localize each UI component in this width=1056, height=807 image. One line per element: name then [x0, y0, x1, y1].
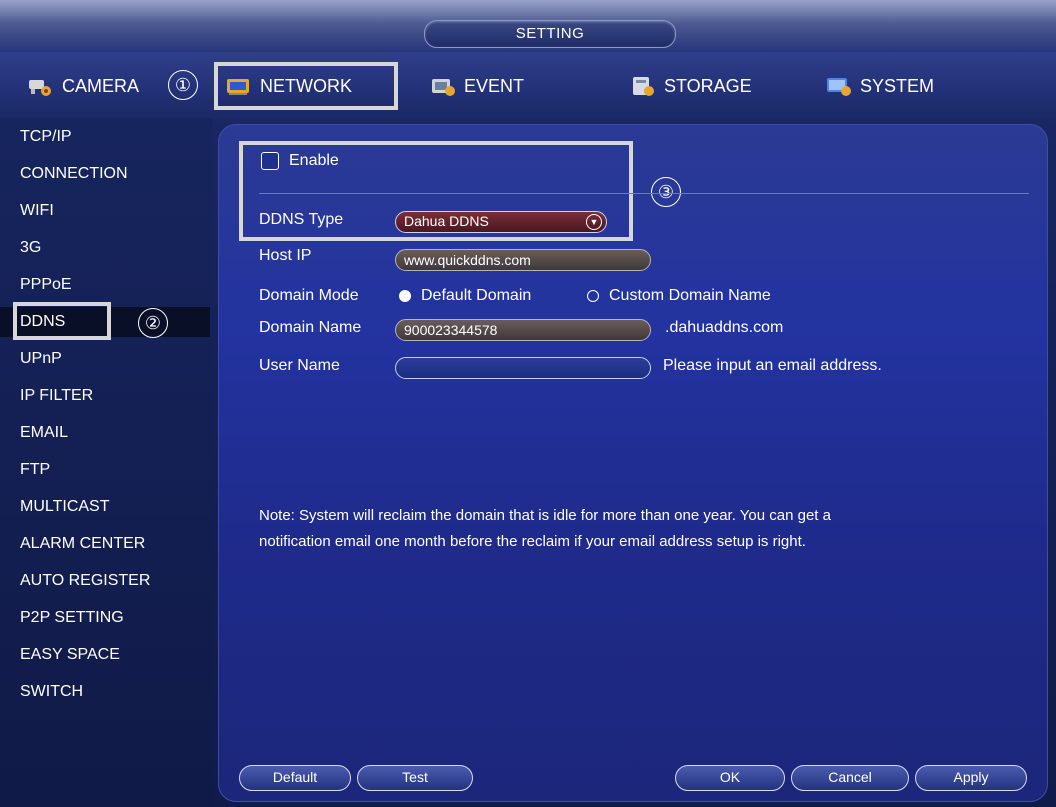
title-bar: SETTING	[0, 0, 1056, 52]
custom-domain-label: Custom Domain Name	[609, 287, 771, 304]
domain-name-field[interactable]: 900023344578	[395, 319, 651, 341]
tab-camera[interactable]: CAMERA	[28, 62, 139, 110]
ddns-type-select[interactable]: Dahua DDNS ▼	[395, 211, 607, 233]
user-name-label: User Name	[259, 357, 340, 374]
window-title: SETTING	[424, 20, 676, 48]
camera-icon	[28, 75, 54, 97]
ok-button[interactable]: OK	[675, 765, 785, 791]
tab-network-label: NETWORK	[260, 75, 352, 96]
custom-domain-radio[interactable]	[587, 290, 599, 302]
storage-icon	[630, 75, 656, 97]
sidebar-item-multicast[interactable]: MULTICAST	[0, 492, 210, 522]
sidebar-item-ip-filter[interactable]: IP FILTER	[0, 381, 210, 411]
section-divider	[259, 193, 1029, 194]
sidebar-item-easy-space[interactable]: EASY SPACE	[0, 640, 210, 670]
domain-mode-label: Domain Mode	[259, 287, 359, 304]
tab-camera-label: CAMERA	[62, 75, 140, 96]
tab-system[interactable]: SYSTEM	[826, 62, 934, 110]
dvr-settings-screen: SETTING CAMERA ① NETWORK EVENT STORAGE S…	[0, 0, 1056, 807]
user-name-hint: Please input an email address.	[663, 357, 882, 374]
tab-network[interactable]: NETWORK	[214, 62, 398, 110]
ddns-type-value: Dahua DDNS	[404, 213, 489, 229]
tab-system-label: SYSTEM	[860, 75, 935, 96]
default-domain-label: Default Domain	[421, 287, 532, 304]
host-ip-label: Host IP	[259, 247, 312, 264]
event-icon	[430, 75, 456, 97]
sidebar-item-p2p-setting[interactable]: P2P SETTING	[0, 603, 210, 633]
tab-storage[interactable]: STORAGE	[630, 62, 752, 110]
ddns-note: Note: System will reclaim the domain tha…	[259, 503, 1029, 555]
domain-suffix: .dahuaddns.com	[665, 319, 784, 336]
system-icon	[826, 75, 852, 97]
chevron-down-icon: ▼	[586, 214, 602, 230]
ddns-highlight-box	[13, 302, 111, 340]
sidebar-item-connection[interactable]: CONNECTION	[0, 159, 210, 189]
callout-1: ①	[168, 70, 198, 100]
host-ip-field[interactable]: www.quickddns.com	[395, 249, 651, 271]
tab-event[interactable]: EVENT	[430, 62, 524, 110]
network-sidebar: TCP/IP CONNECTION WIFI 3G PPPoE DDNS UPn…	[0, 118, 212, 807]
apply-button[interactable]: Apply	[915, 765, 1027, 791]
sidebar-item-tcpip[interactable]: TCP/IP	[0, 122, 210, 152]
sidebar-item-wifi[interactable]: WIFI	[0, 196, 210, 226]
sidebar-item-switch[interactable]: SWITCH	[0, 677, 210, 707]
sidebar-item-alarm-center[interactable]: ALARM CENTER	[0, 529, 210, 559]
enable-checkbox[interactable]	[261, 152, 279, 170]
top-tab-bar: CAMERA ① NETWORK EVENT STORAGE SYSTEM	[0, 52, 1056, 118]
tab-storage-label: STORAGE	[664, 75, 752, 96]
callout-2: ②	[138, 308, 168, 338]
default-domain-radio[interactable]	[399, 290, 411, 302]
ddns-settings-panel: ③ Enable DDNS Type Dahua DDNS ▼ Host IP …	[218, 124, 1048, 802]
cancel-button[interactable]: Cancel	[791, 765, 909, 791]
default-button[interactable]: Default	[239, 765, 351, 791]
enable-label: Enable	[289, 152, 339, 169]
sidebar-item-upnp[interactable]: UPnP	[0, 344, 210, 374]
callout-3: ③	[651, 177, 681, 207]
domain-name-label: Domain Name	[259, 319, 362, 336]
note-line-2: notification email one month before the …	[259, 533, 806, 550]
sidebar-item-pppoe[interactable]: PPPoE	[0, 270, 210, 300]
network-icon	[226, 75, 252, 97]
ddns-type-label: DDNS Type	[259, 211, 344, 228]
note-line-1: Note: System will reclaim the domain tha…	[259, 507, 831, 524]
sidebar-item-email[interactable]: EMAIL	[0, 418, 210, 448]
sidebar-item-auto-register[interactable]: AUTO REGISTER	[0, 566, 210, 596]
sidebar-item-ftp[interactable]: FTP	[0, 455, 210, 485]
test-button[interactable]: Test	[357, 765, 473, 791]
user-name-field[interactable]	[395, 357, 651, 379]
tab-event-label: EVENT	[464, 75, 525, 96]
sidebar-item-3g[interactable]: 3G	[0, 233, 210, 263]
